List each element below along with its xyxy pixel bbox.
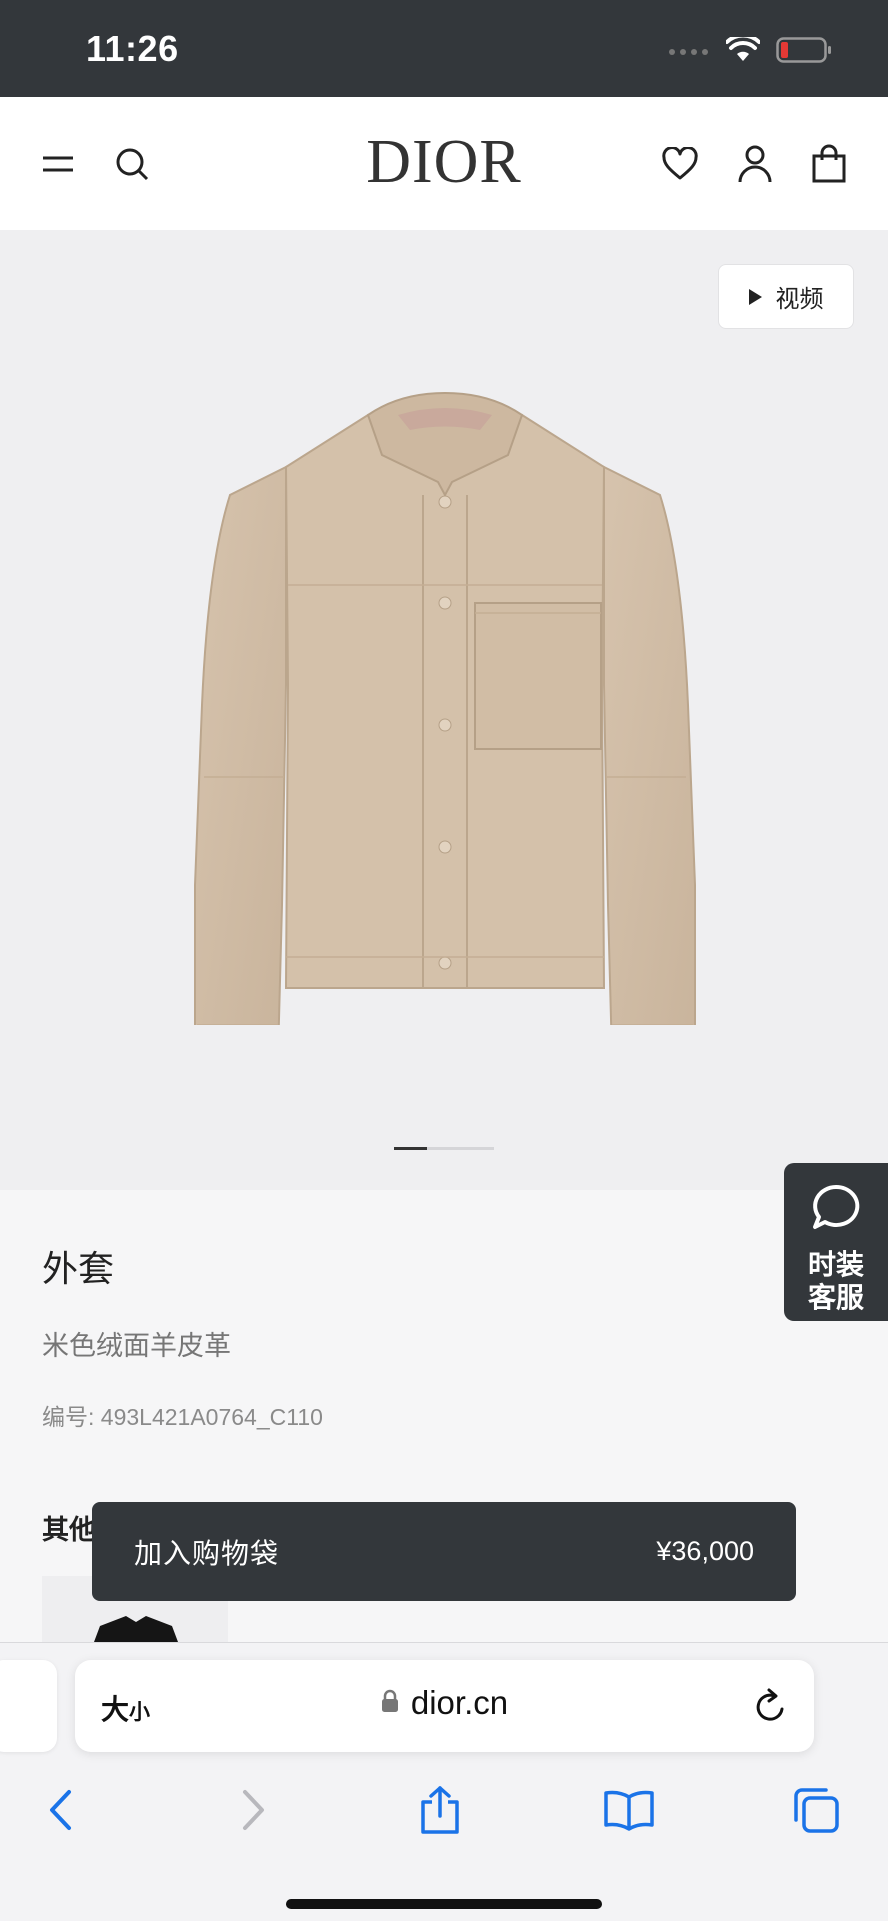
product-reference-value: 493L421A0764_C110 [100,1404,323,1430]
product-reference: 编号: 493L421A0764_C110 [42,1398,323,1432]
gallery-pager-active [394,1147,427,1150]
product-title: 外套 [42,1248,115,1289]
lock-icon [381,1689,399,1718]
tabs-icon[interactable] [786,1780,846,1840]
battery-icon [776,36,832,69]
product-price: ¥36,000 [656,1536,754,1566]
play-icon [748,288,762,305]
video-label: 视频 [775,286,824,313]
customer-service-label: 时装 客服 [808,1248,864,1314]
chat-bubble-icon [811,1183,861,1236]
browser-toolbar [0,1780,888,1840]
back-icon[interactable] [30,1780,90,1840]
shopping-bag-icon[interactable] [807,142,851,186]
product-gallery[interactable]: 视频 [0,230,888,1190]
url-display[interactable]: dior.cn [75,1684,814,1722]
reload-icon[interactable] [752,1687,788,1730]
customer-service-label-line1: 时装 [807,1249,864,1280]
previous-tab[interactable] [0,1660,57,1752]
add-to-bag-button[interactable]: 加入购物袋 ¥36,000 [92,1502,796,1601]
product-material: 米色绒面羊皮革 [42,1331,231,1361]
account-icon[interactable] [733,142,777,186]
status-icons [668,33,832,69]
home-indicator[interactable] [286,1899,602,1909]
other-colors-heading: 其他 [42,1515,96,1545]
customer-service-button[interactable]: 时装 客服 [784,1163,888,1321]
product-info: 外套 米色绒面羊皮革 编号: 493L421A0764_C110 [42,1240,762,1430]
product-image [194,391,696,1025]
address-bar[interactable]: 大小 dior.cn [75,1660,814,1752]
forward-icon[interactable] [224,1780,284,1840]
signal-icon [668,44,710,62]
heart-icon[interactable] [658,142,702,186]
gallery-pager [394,1147,494,1150]
add-to-bag-label: 加入购物袋 [134,1537,280,1569]
wifi-icon [725,33,761,68]
status-time: 11:26 [86,28,179,69]
video-button[interactable]: 视频 [718,264,854,329]
customer-service-label-line2: 客服 [807,1282,864,1313]
browser-bar: 大小 dior.cn [0,1642,888,1921]
status-bar: 11:26 [0,0,888,97]
url-text: dior.cn [410,1684,509,1721]
bookmarks-icon[interactable] [599,1780,659,1840]
share-icon[interactable] [410,1780,470,1840]
product-reference-label: 编号: [42,1404,101,1430]
site-header: DIOR [0,97,888,230]
